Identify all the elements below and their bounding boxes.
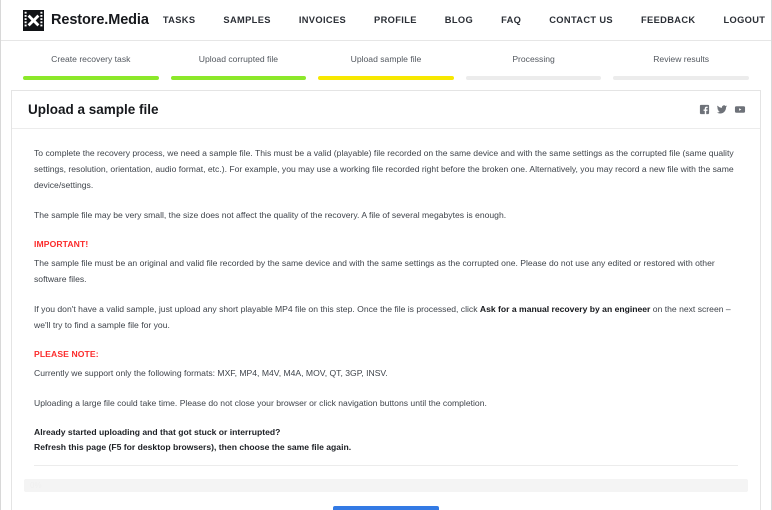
- youtube-icon[interactable]: [734, 104, 746, 115]
- facebook-icon[interactable]: [699, 104, 710, 115]
- stuck-upload-line-1: Already started uploading and that got s…: [34, 427, 281, 437]
- page-title: Upload a sample file: [28, 102, 159, 117]
- twitter-icon[interactable]: [716, 104, 728, 115]
- choose-file-button[interactable]: Choose file: [333, 506, 439, 510]
- brand-name: Restore.Media: [51, 12, 149, 28]
- card-header: Upload a sample file: [12, 91, 760, 129]
- no-sample-text-pre: If you don't have a valid sample, just u…: [34, 304, 480, 314]
- supported-formats-paragraph: Currently we support only the following …: [34, 368, 388, 378]
- step-label: Review results: [653, 54, 710, 64]
- step-label: Processing: [512, 54, 555, 64]
- film-strip-x-icon: [23, 9, 44, 31]
- nav-item-tasks[interactable]: TASKS: [149, 15, 210, 25]
- choose-file-row: Choose file: [12, 506, 760, 510]
- nav-item-invoices[interactable]: INVOICES: [285, 15, 360, 25]
- no-sample-paragraph: If you don't have a valid sample, just u…: [34, 301, 738, 333]
- important-paragraph: The sample file must be an original and …: [34, 258, 715, 284]
- nav-item-blog[interactable]: BLOG: [431, 15, 487, 25]
- nav-item-contact-us[interactable]: CONTACT US: [535, 15, 627, 25]
- step-upload-corrupted-file[interactable]: Upload corrupted file: [170, 54, 307, 80]
- nav-item-feedback[interactable]: FEEDBACK: [627, 15, 709, 25]
- stuck-upload-note: Already started uploading and that got s…: [34, 425, 738, 455]
- step-bar: [23, 76, 159, 80]
- upload-sample-card: Upload a sample file To complete the rec…: [11, 90, 761, 510]
- step-create-recovery-task[interactable]: Create recovery task: [23, 54, 159, 80]
- manual-recovery-label: Ask for a manual recovery by an engineer: [479, 304, 651, 314]
- please-note-heading: PLEASE NOTE:: [34, 349, 99, 359]
- step-bar: [318, 76, 454, 80]
- nav-links: TASKS SAMPLES INVOICES PROFILE BLOG FAQ …: [149, 15, 772, 25]
- card-body: To complete the recovery process, we nee…: [12, 129, 760, 455]
- stuck-upload-line-2: Refresh this page (F5 for desktop browse…: [34, 442, 352, 452]
- size-note-paragraph: The sample file may be very small, the s…: [34, 210, 507, 220]
- step-label: Upload sample file: [350, 54, 422, 64]
- upload-progress-label: 0%: [30, 481, 42, 490]
- nav-item-samples[interactable]: SAMPLES: [209, 15, 284, 25]
- top-navigation-bar: Restore.Media TASKS SAMPLES INVOICES PRO…: [1, 0, 771, 41]
- step-bar: [465, 76, 602, 80]
- step-label: Upload corrupted file: [198, 54, 279, 64]
- page-root: Restore.Media TASKS SAMPLES INVOICES PRO…: [0, 0, 772, 510]
- social-links: [699, 104, 746, 115]
- large-file-paragraph: Uploading a large file could take time. …: [34, 398, 487, 408]
- brand[interactable]: Restore.Media: [23, 9, 149, 31]
- step-label: Create recovery task: [51, 54, 131, 64]
- important-heading: IMPORTANT!: [34, 239, 89, 249]
- step-review-results[interactable]: Review results: [613, 54, 749, 80]
- step-upload-sample-file[interactable]: Upload sample file: [318, 54, 454, 80]
- nav-item-faq[interactable]: FAQ: [487, 15, 535, 25]
- nav-item-logout[interactable]: LOGOUT: [709, 15, 771, 25]
- progress-stepper: Create recovery task Upload corrupted fi…: [1, 41, 771, 80]
- section-divider: [34, 465, 738, 466]
- nav-item-profile[interactable]: PROFILE: [360, 15, 431, 25]
- intro-paragraph: To complete the recovery process, we nee…: [34, 148, 734, 190]
- upload-progress-bar: 0%: [24, 479, 748, 492]
- step-processing[interactable]: Processing: [465, 54, 602, 80]
- step-bar: [613, 76, 749, 80]
- step-bar: [170, 76, 307, 80]
